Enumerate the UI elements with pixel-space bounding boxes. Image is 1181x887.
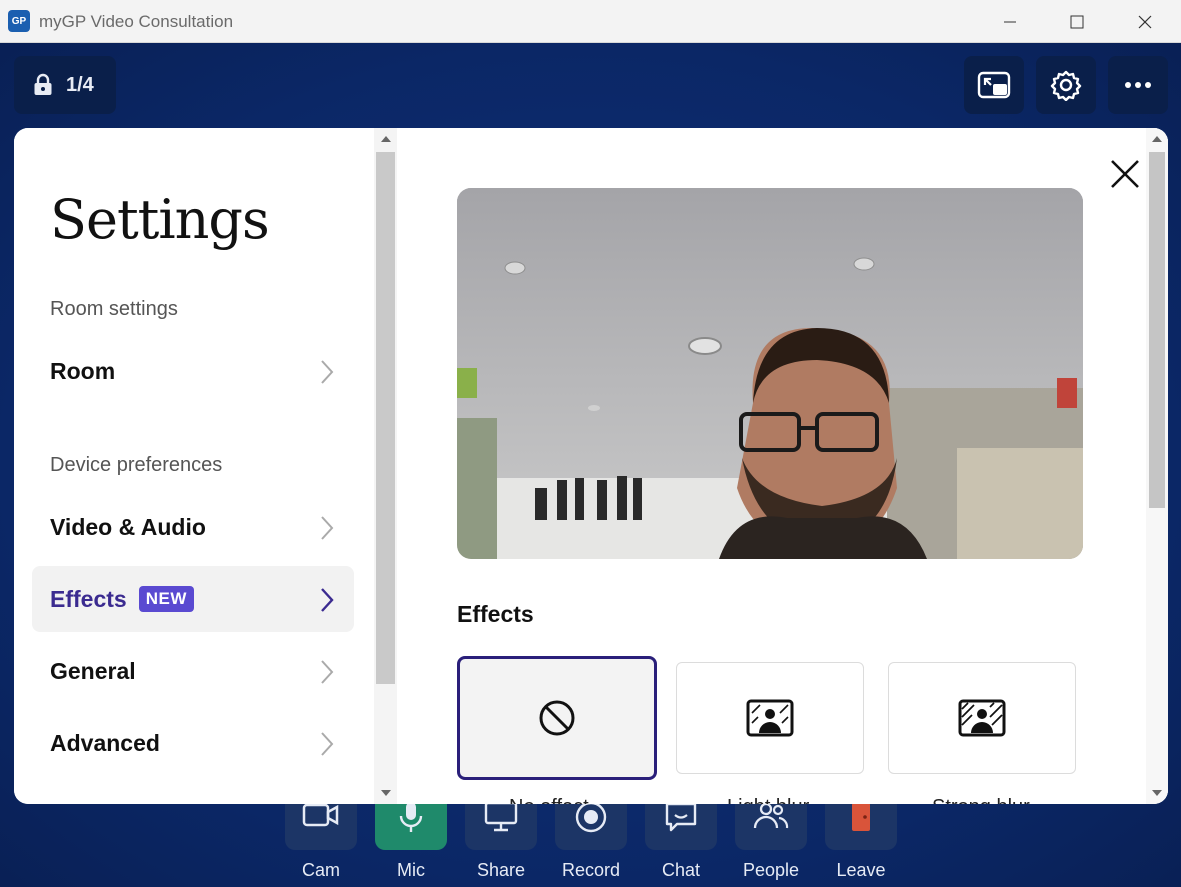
share-label: Share [476,860,526,880]
nav-item-video-audio[interactable]: Video & Audio [32,494,354,560]
scroll-up-arrow[interactable] [380,136,391,142]
effect-option-strong-blur[interactable] [888,662,1076,774]
effects-panel: Effects No effect Light blur Strong blur [397,128,1168,804]
chevron-right-icon [321,588,334,612]
room-lock-indicator[interactable]: 1/4 [14,56,116,114]
nav-item-label: Video & Audio [50,513,206,540]
strong-blur-icon [958,699,1006,737]
effect-option-light-blur[interactable] [676,662,864,774]
close-icon [1138,15,1152,28]
camera-preview-image [457,188,1083,559]
scrollbar-thumb[interactable] [1149,152,1165,508]
settings-title: Settings [50,188,270,251]
room-settings-label: Room settings [50,298,178,320]
chevron-right-icon [321,516,334,540]
minimize-button[interactable] [980,0,1040,43]
gear-icon [1050,70,1082,101]
nav-item-label: Effects [50,585,127,612]
no-effect-icon [539,700,575,736]
effect-label-none: No effect [509,796,589,804]
device-preferences-label: Device preferences [50,454,223,476]
nav-item-room[interactable]: Room [32,338,354,404]
chevron-right-icon [321,660,334,684]
leave-label: Leave [836,860,886,880]
more-options-button[interactable] [1108,56,1168,114]
nav-item-label: Room [50,357,116,384]
mic-label: Mic [397,860,425,880]
effect-label-light-blur: Light blur [727,796,809,804]
chevron-right-icon [321,360,334,384]
scroll-up-arrow[interactable] [1152,136,1162,142]
scroll-down-arrow[interactable] [1152,790,1162,796]
effects-heading: Effects [457,601,534,627]
people-icon [753,802,789,829]
settings-modal: Settings Room settings Room Device prefe… [14,128,1168,804]
pip-icon [977,71,1011,99]
nav-item-general[interactable]: General [32,638,354,704]
record-icon [575,801,607,833]
nav-item-effects[interactable]: Effects NEW [32,566,354,632]
scroll-down-arrow[interactable] [380,790,391,796]
effects-scrollbar[interactable] [1146,128,1168,804]
more-icon [1125,82,1151,88]
camera-preview [457,188,1083,559]
lock-icon [34,73,52,95]
nav-item-advanced[interactable]: Advanced [32,710,354,776]
app-logo: GP [8,10,30,32]
participant-count: 1/4 [66,73,94,96]
microphone-icon [399,802,423,832]
effect-option-none[interactable] [457,656,657,780]
new-badge: NEW [138,586,194,612]
chat-label: Chat [661,860,701,880]
sidebar-scrollbar[interactable] [374,128,397,804]
nav-item-label: Advanced [50,729,160,756]
maximize-icon [1070,15,1084,28]
title-bar: GP myGP Video Consultation [0,0,1181,43]
chat-icon [665,802,697,832]
window-title: myGP Video Consultation [39,12,234,31]
door-icon [852,803,870,831]
settings-button[interactable] [1036,56,1096,114]
scrollbar-thumb[interactable] [376,152,395,684]
effect-label-strong-blur: Strong blur [932,796,1030,804]
camera-icon [302,803,339,827]
close-icon[interactable] [1107,156,1143,192]
record-label: Record [561,860,621,880]
nav-item-label: General [50,657,136,684]
settings-sidebar: Settings Room settings Room Device prefe… [14,128,374,804]
picture-in-picture-button[interactable] [964,56,1024,114]
people-label: People [742,860,800,880]
chevron-right-icon [321,732,334,756]
cam-label: Cam [301,860,340,880]
light-blur-icon [746,699,794,737]
maximize-button[interactable] [1047,0,1107,43]
screen-share-icon [484,801,518,832]
window-close-button[interactable] [1115,0,1175,43]
minimize-icon [1004,21,1016,22]
